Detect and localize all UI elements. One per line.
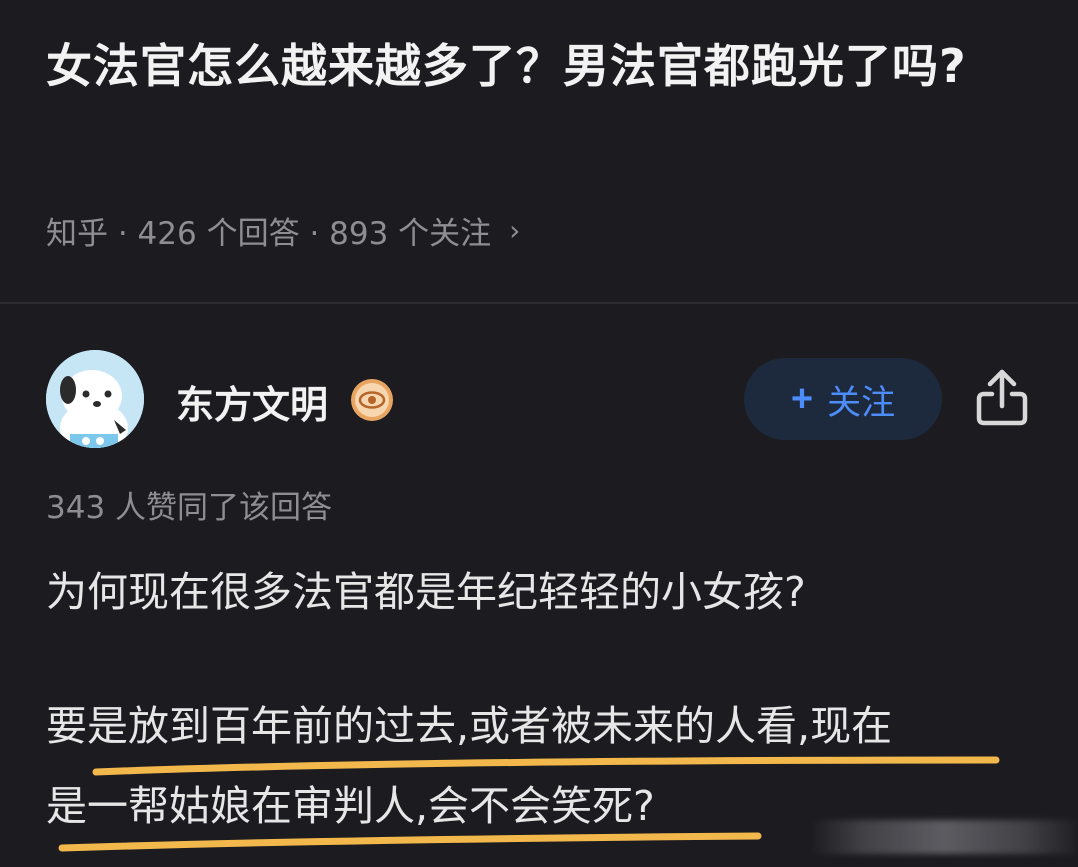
- share-icon[interactable]: [972, 366, 1032, 430]
- likes-count: 343 人赞同了该回答: [46, 490, 333, 526]
- follow-button[interactable]: + 关注: [744, 358, 942, 440]
- divider: [0, 302, 1078, 304]
- question-meta-text: 知乎 · 426 个回答 · 893 个关注: [46, 216, 492, 252]
- answer-page: 女法官怎么越来越多了？男法官都跑光了吗? 知乎 · 426 个回答 · 893 …: [0, 0, 1078, 867]
- answer-line-1: 为何现在很多法官都是年纪轻轻的小女孩?: [46, 568, 806, 616]
- plus-icon: +: [790, 377, 814, 420]
- follow-label: 关注: [827, 383, 896, 422]
- author-name[interactable]: 东方文明: [176, 374, 328, 429]
- answer-line-3: 是一帮姑娘在审判人,会不会笑死?: [46, 782, 655, 830]
- question-meta[interactable]: 知乎 · 426 个回答 · 893 个关注 ›: [46, 208, 520, 253]
- avatar[interactable]: [46, 350, 144, 448]
- answer-line-2: 要是放到百年前的过去,或者被未来的人看,现在: [46, 702, 893, 750]
- underline-1: [92, 756, 1000, 776]
- eye-badge-icon: [350, 378, 394, 422]
- blurred-watermark: [810, 820, 1078, 854]
- underline-2: [58, 832, 762, 852]
- question-title[interactable]: 女法官怎么越来越多了？男法官都跑光了吗?: [46, 28, 1036, 104]
- dog-avatar-icon: [46, 350, 144, 448]
- chevron-right-icon: ›: [509, 214, 521, 247]
